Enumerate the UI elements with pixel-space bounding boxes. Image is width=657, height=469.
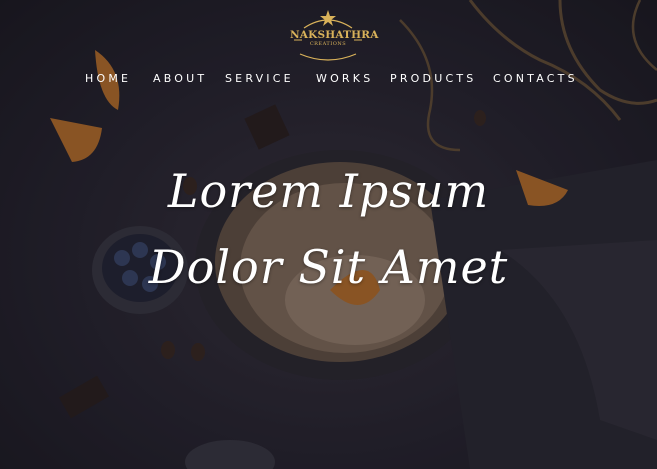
logo-subtitle: CREATIONS [309, 41, 347, 47]
hero-heading-line-2: Dolor Sit Amet [148, 240, 509, 294]
hero-overlay [0, 0, 657, 469]
nav-about[interactable]: ABOUT [153, 72, 207, 85]
nav-service[interactable]: SERVICE [225, 72, 294, 85]
nav-works[interactable]: WORKS [316, 72, 373, 85]
nav-products[interactable]: PRODUCTS [390, 72, 476, 85]
nav-contacts[interactable]: CONTACTS [493, 72, 578, 85]
main-navigation: HOME ABOUT SERVICE WORKS PRODUCTS CONTAC… [0, 72, 657, 88]
brand-logo[interactable]: NAKSHATHRA CREATIONS [290, 4, 379, 62]
nav-home[interactable]: HOME [85, 72, 131, 85]
hero-section [0, 0, 657, 469]
logo-name: NAKSHATHRA [290, 29, 379, 41]
hero-heading-line-1: Lorem Ipsum [167, 164, 490, 218]
